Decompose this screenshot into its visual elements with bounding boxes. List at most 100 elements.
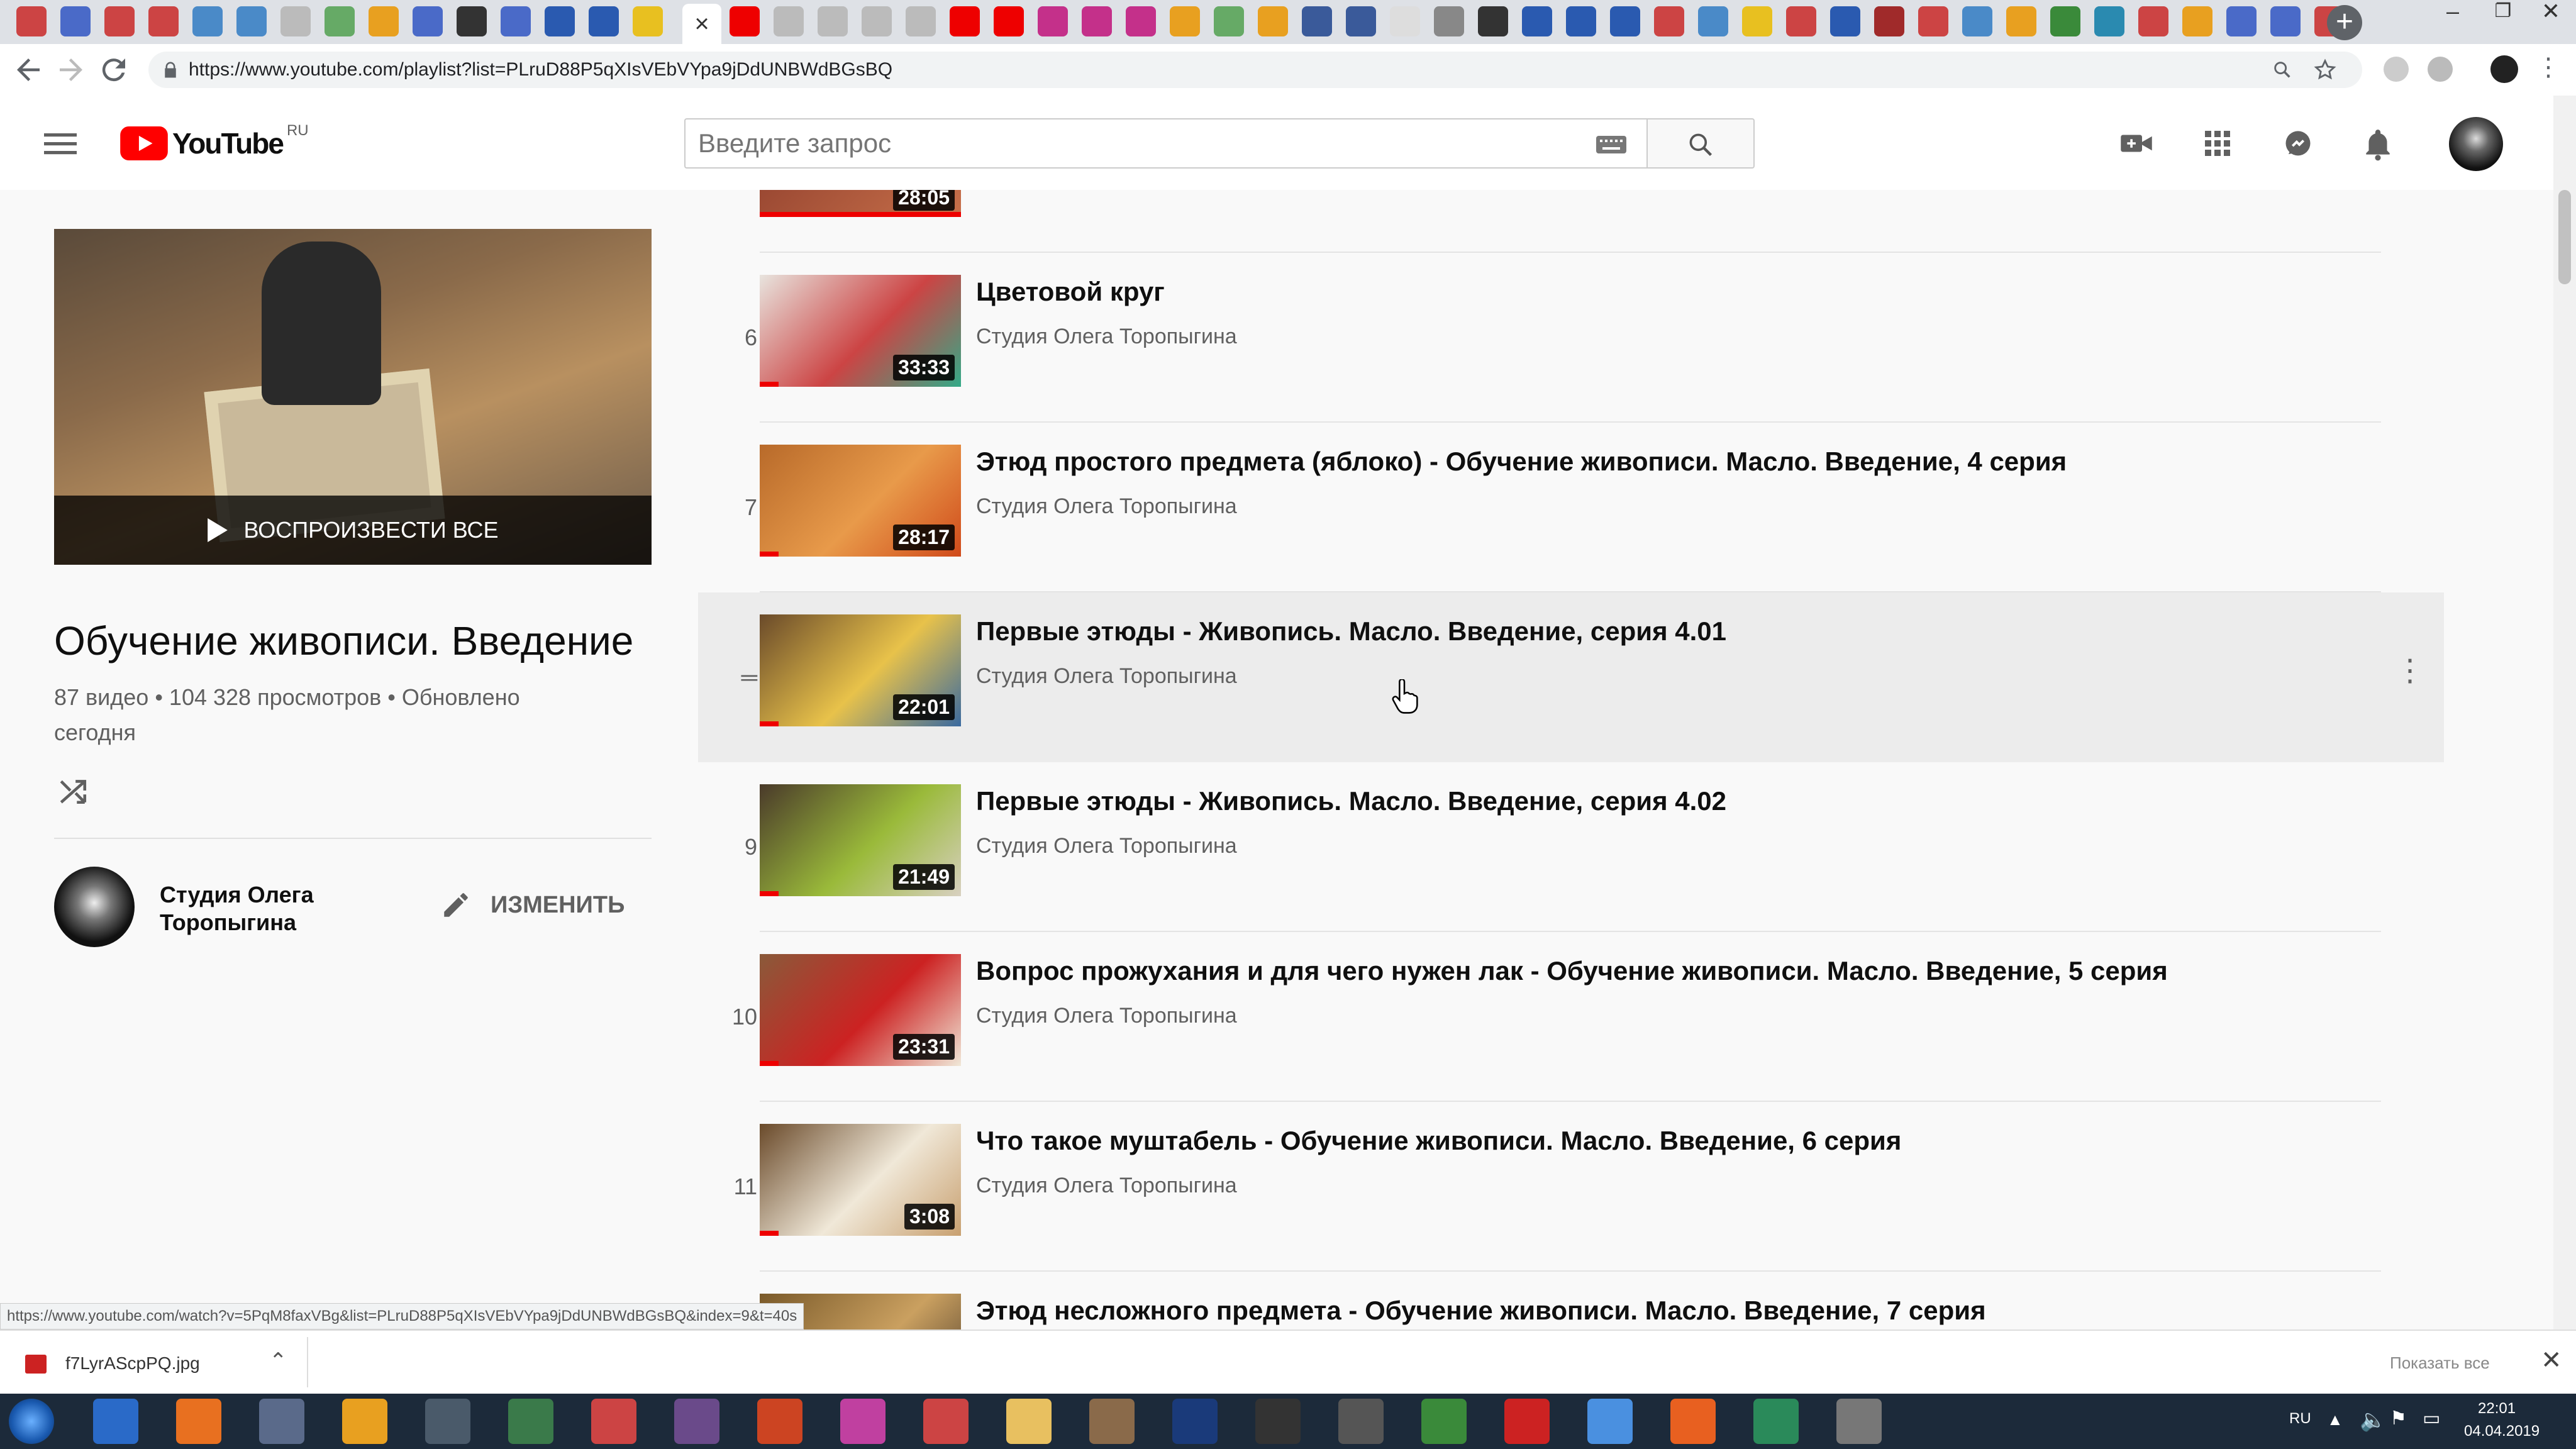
taskbar-app-icon[interactable]	[1255, 1399, 1301, 1444]
tab-favicon-icon[interactable]	[2138, 6, 2168, 36]
tab-favicon-icon[interactable]	[236, 6, 267, 36]
playlist-thumbnail[interactable]: ВОСПРОИЗВЕСТИ ВСЕ	[54, 229, 652, 565]
taskbar-app-icon[interactable]	[1172, 1399, 1218, 1444]
search-button[interactable]	[1646, 118, 1755, 169]
tab-favicon-icon[interactable]	[2226, 6, 2257, 36]
taskbar-app-icon[interactable]	[591, 1399, 636, 1444]
chevron-up-icon[interactable]: ⌃	[269, 1348, 287, 1374]
taskbar-app-icon[interactable]	[342, 1399, 387, 1444]
playlist-row[interactable]: ═ 22:01 Первые этюды - Живопись. Масло. Вв…	[698, 592, 2444, 762]
tab-favicon-icon[interactable]	[950, 6, 980, 36]
tab-favicon-icon[interactable]	[1082, 6, 1112, 36]
reload-button[interactable]	[97, 53, 131, 87]
tab-favicon-icon[interactable]	[1874, 6, 1904, 36]
tab-favicon-icon[interactable]	[730, 6, 760, 36]
tab-favicon-icon[interactable]	[1214, 6, 1244, 36]
close-window-button[interactable]: ✕	[2526, 0, 2576, 24]
flag-icon[interactable]: ⚑	[2390, 1407, 2407, 1430]
new-tab-button[interactable]: +	[2327, 5, 2362, 40]
download-file-name[interactable]: f7LyrAScpPQ.jpg	[65, 1353, 200, 1374]
tab-favicon-icon[interactable]	[1742, 6, 1772, 36]
tab-favicon-icon[interactable]	[774, 6, 804, 36]
back-button[interactable]	[11, 53, 45, 87]
show-all-downloads-button[interactable]: Показать все	[2390, 1353, 2490, 1373]
taskbar-app-icon[interactable]	[923, 1399, 969, 1444]
tray-expand-icon[interactable]: ▲	[2327, 1410, 2343, 1430]
extension-icon[interactable]	[2384, 57, 2409, 82]
user-avatar[interactable]	[2449, 117, 2503, 171]
tab-favicon-icon[interactable]	[16, 6, 47, 36]
tab-favicon-icon[interactable]	[60, 6, 91, 36]
video-thumbnail[interactable]: 28:05	[760, 190, 961, 217]
edit-button[interactable]: ИЗМЕНИТЬ	[440, 889, 625, 921]
minimize-button[interactable]: –	[2428, 0, 2478, 24]
tab-favicon-icon[interactable]	[192, 6, 223, 36]
tab-favicon-icon[interactable]	[2182, 6, 2212, 36]
bell-icon[interactable]	[2362, 127, 2394, 161]
tab-favicon-icon[interactable]	[1918, 6, 1948, 36]
apps-grid-icon[interactable]	[2202, 128, 2233, 158]
zoom-icon[interactable]	[2272, 59, 2293, 80]
video-thumbnail[interactable]: 22:01	[760, 614, 961, 726]
tab-active[interactable]: ×	[682, 4, 721, 44]
tab-favicon-icon[interactable]	[1610, 6, 1640, 36]
taskbar-app-icon[interactable]	[757, 1399, 802, 1444]
tab-favicon-icon[interactable]	[1434, 6, 1464, 36]
profile-avatar[interactable]	[2490, 55, 2518, 83]
video-channel[interactable]: Студия Олега Торопыгина	[976, 1174, 1237, 1198]
tab-favicon-icon[interactable]	[2050, 6, 2080, 36]
taskbar-app-icon[interactable]	[1089, 1399, 1135, 1444]
tab-favicon-icon[interactable]	[1830, 6, 1860, 36]
video-channel[interactable]: Студия Олега Торопыгина	[976, 494, 1237, 519]
playlist-row[interactable]: 11 3:08 Что такое муштабель - Обучение жив…	[698, 1102, 2444, 1272]
shuffle-icon[interactable]	[57, 775, 89, 806]
tab-favicon-icon[interactable]	[1258, 6, 1288, 36]
tab-favicon-icon[interactable]	[1302, 6, 1332, 36]
clock-time[interactable]: 22:01	[2478, 1400, 2516, 1418]
video-title[interactable]: Первые этюды - Живопись. Масло. Введение…	[976, 616, 1726, 647]
taskbar-app-icon[interactable]	[1006, 1399, 1052, 1444]
tab-favicon-icon[interactable]	[325, 6, 355, 36]
drag-handle-icon[interactable]: ═	[698, 592, 757, 762]
close-icon[interactable]: ✕	[2541, 1346, 2562, 1375]
video-thumbnail[interactable]: 21:49	[760, 784, 961, 896]
taskbar-app-icon[interactable]	[674, 1399, 719, 1444]
playlist-row[interactable]: 7 28:17 Этюд простого предмета (яблоко) - …	[698, 423, 2444, 592]
taskbar-app-icon[interactable]	[259, 1399, 304, 1444]
playlist-row[interactable]: 6 33:33 Цветовой круг Студия Олега Торопыги…	[698, 253, 2444, 423]
tab-favicon-icon[interactable]	[862, 6, 892, 36]
video-title[interactable]: Первые этюды - Живопись. Масло. Введение…	[976, 786, 1726, 816]
video-thumbnail[interactable]: 3:08	[760, 1124, 961, 1236]
tab-favicon-icon[interactable]	[2270, 6, 2301, 36]
maximize-button[interactable]: ❐	[2478, 0, 2528, 24]
owner-name[interactable]: Торопыгина	[160, 909, 296, 936]
start-button[interactable]	[9, 1399, 54, 1444]
video-thumbnail[interactable]: 23:31	[760, 954, 961, 1066]
video-title[interactable]: Вопрос прожухания и для чего нужен лак -…	[976, 956, 2168, 986]
address-bar[interactable]: https://www.youtube.com/playlist?list=PL…	[148, 52, 2362, 88]
playlist-row[interactable]: 10 23:31 Вопрос прожухания и для чего нуже…	[698, 932, 2444, 1102]
video-title[interactable]: Этюд несложного предмета - Обучение живо…	[976, 1296, 1986, 1326]
taskbar-app-icon[interactable]	[176, 1399, 221, 1444]
tab-favicon-icon[interactable]	[501, 6, 531, 36]
tab-favicon-icon[interactable]	[1170, 6, 1200, 36]
tab-favicon-icon[interactable]	[1786, 6, 1816, 36]
tab-favicon-icon[interactable]	[2094, 6, 2124, 36]
messages-icon[interactable]	[2282, 128, 2314, 161]
tab-favicon-icon[interactable]	[633, 6, 663, 36]
tab-favicon-icon[interactable]	[1566, 6, 1596, 36]
video-channel[interactable]: Студия Олега Торопыгина	[976, 834, 1237, 858]
tab-favicon-icon[interactable]	[1478, 6, 1508, 36]
tab-favicon-icon[interactable]	[906, 6, 936, 36]
taskbar-app-icon[interactable]	[840, 1399, 886, 1444]
tab-favicon-icon[interactable]	[457, 6, 487, 36]
taskbar-app-icon[interactable]	[1421, 1399, 1467, 1444]
volume-icon[interactable]: 🔈	[2360, 1407, 2386, 1433]
youtube-logo[interactable]: YouTube RU	[119, 122, 309, 162]
taskbar-app-icon[interactable]	[1338, 1399, 1384, 1444]
tab-favicon-icon[interactable]	[280, 6, 311, 36]
tab-favicon-icon[interactable]	[589, 6, 619, 36]
tab-favicon-icon[interactable]	[818, 6, 848, 36]
taskbar-app-icon[interactable]	[93, 1399, 138, 1444]
video-channel[interactable]: Студия Олега Торопыгина	[976, 1004, 1237, 1028]
